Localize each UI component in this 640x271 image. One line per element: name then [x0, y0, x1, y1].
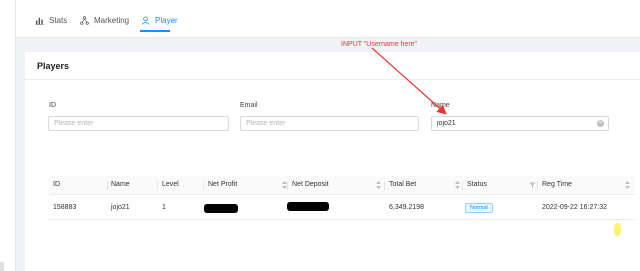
network-icon: [80, 15, 89, 25]
column-separator: [107, 181, 108, 190]
redacted-net-profit: [204, 204, 238, 213]
left-rail: [0, 0, 16, 271]
sort-icon[interactable]: [624, 180, 631, 190]
column-separator: [462, 181, 463, 190]
name-filter-label: Name: [431, 102, 450, 109]
corner-mark: [0, 262, 4, 271]
tab-stats-label: Stats: [49, 15, 68, 25]
sort-icon[interactable]: [375, 180, 382, 190]
column-header-id: ID: [53, 181, 60, 188]
tab-player[interactable]: Player: [141, 13, 178, 27]
username-input[interactable]: [431, 116, 609, 131]
redacted-net-deposit: [287, 202, 329, 211]
cell-total-bet: 6,349.2198: [389, 204, 425, 211]
players-card: Players: [25, 52, 640, 271]
card-divider: [25, 79, 640, 80]
email-filter-input[interactable]: [240, 116, 419, 131]
tab-stats[interactable]: Stats: [35, 13, 67, 27]
sort-icon[interactable]: [454, 180, 461, 190]
cell-reg-time: 2022-09-22 16:27:32: [542, 204, 607, 211]
cell-level: 1: [162, 204, 166, 211]
players-table-header: ID Name Level Net Profit Net Deposit Tot…: [49, 176, 635, 195]
column-header-total-bet: Total Bet: [389, 181, 417, 188]
column-separator: [537, 181, 538, 190]
tab-player-label: Player: [155, 15, 178, 25]
tab-marketing[interactable]: Marketing: [80, 13, 129, 27]
status-badge: Normal: [465, 203, 493, 213]
id-filter-input[interactable]: [48, 116, 229, 131]
column-header-name: Name: [111, 181, 130, 188]
column-separator: [384, 181, 385, 190]
user-icon: [141, 16, 150, 25]
cell-id: 158883: [53, 204, 77, 211]
tab-marketing-label: Marketing: [94, 15, 130, 25]
column-separator: [287, 181, 288, 190]
page-title: Players: [37, 61, 70, 71]
active-tab-indicator: [140, 30, 170, 32]
annotation-label: INPUT "Username here": [341, 41, 418, 48]
column-separator: [203, 181, 204, 190]
clear-icon[interactable]: ✕: [597, 120, 604, 127]
highlight-mark: [614, 223, 621, 236]
column-header-level: Level: [162, 181, 179, 188]
bar-chart-icon: [35, 17, 44, 25]
column-header-status: Status: [467, 181, 487, 188]
filter-icon[interactable]: [529, 180, 536, 190]
column-header-net-deposit: Net Deposit: [292, 181, 329, 188]
column-separator: [157, 181, 158, 190]
table-row[interactable]: 158883 jojo21 1 6,349.2198 Normal 2022-0…: [49, 196, 635, 220]
email-filter-label: Email: [240, 102, 258, 109]
column-header-reg-time: Reg Time: [542, 181, 572, 188]
column-header-net-profit: Net Profit: [208, 181, 238, 188]
cell-name: jojo21: [111, 204, 130, 211]
id-filter-label: ID: [49, 102, 56, 109]
